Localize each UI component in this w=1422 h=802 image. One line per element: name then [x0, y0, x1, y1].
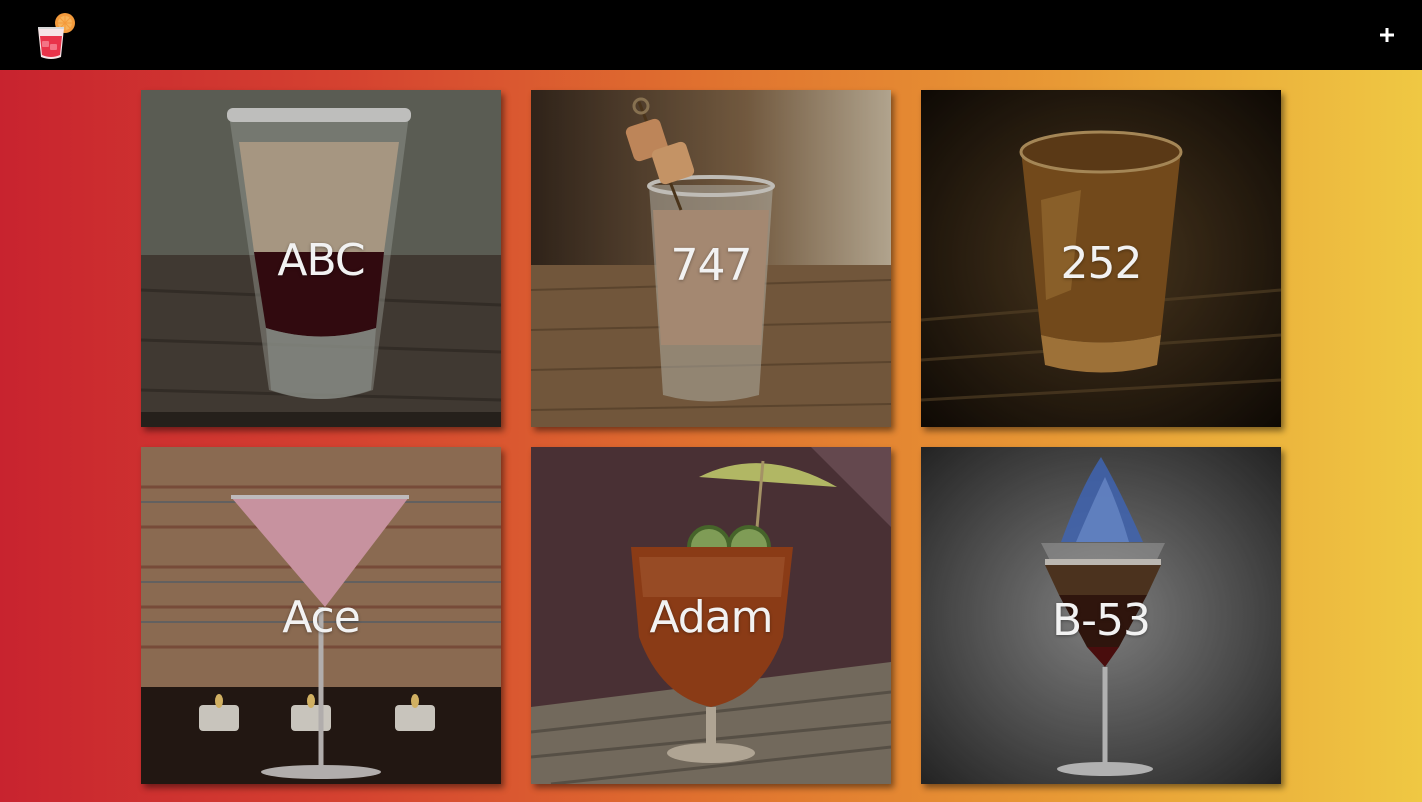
cocktail-card-b-53[interactable]: B-53 — [921, 447, 1281, 784]
cocktail-card-252[interactable]: 252 — [921, 90, 1281, 427]
plus-icon — [1380, 28, 1394, 42]
add-cocktail-button[interactable] — [1374, 22, 1400, 48]
cocktail-name: 747 — [670, 240, 753, 291]
cocktail-glass-icon[interactable] — [33, 11, 79, 61]
cocktail-card-747[interactable]: 747 — [531, 90, 891, 427]
top-bar — [0, 0, 1422, 70]
cocktail-name: Ace — [282, 592, 361, 643]
cocktail-grid: ABC 747 252 Ace Adam B-53 — [141, 90, 1281, 784]
cocktail-name: B-53 — [1051, 595, 1151, 646]
cocktail-card-abc[interactable]: ABC — [141, 90, 501, 427]
cocktail-card-ace[interactable]: Ace — [141, 447, 501, 784]
cocktail-card-adam[interactable]: Adam — [531, 447, 891, 784]
cocktail-name: Adam — [649, 592, 773, 643]
cocktail-name: 252 — [1060, 238, 1143, 289]
cocktail-name: ABC — [277, 235, 365, 286]
